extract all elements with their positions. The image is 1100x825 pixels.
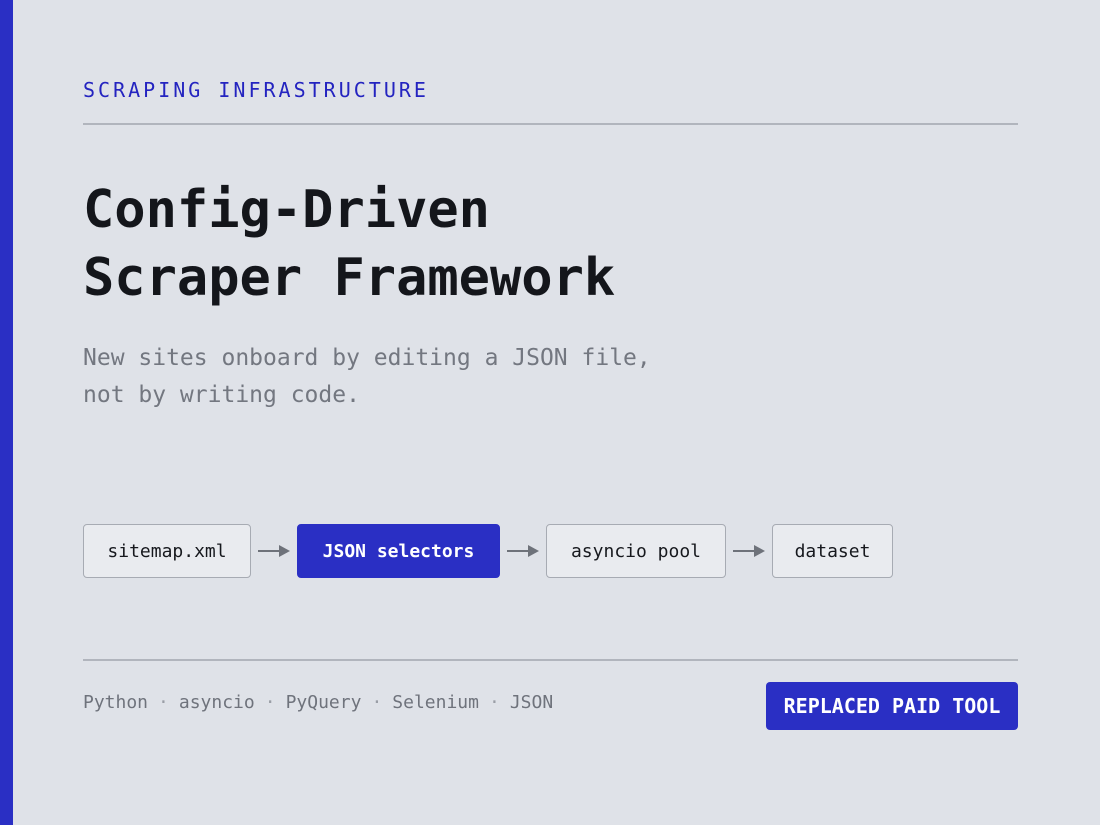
- arrow-right-icon: [500, 522, 546, 580]
- tech-item: Python: [83, 692, 149, 713]
- pipeline-step-json-selectors: JSON selectors: [297, 524, 500, 578]
- pipeline-diagram: sitemap.xml JSON selectors asyncio pool …: [83, 522, 893, 580]
- outcome-badge: REPLACED PAID TOOL: [766, 682, 1018, 730]
- pipeline-step-asyncio-pool: asyncio pool: [546, 524, 726, 578]
- subtitle-line-1: New sites onboard by editing a JSON file…: [83, 345, 651, 371]
- tech-item: asyncio: [178, 692, 255, 713]
- subtitle-line-2: not by writing code.: [83, 382, 360, 408]
- slide: SCRAPING INFRASTRUCTURE Config-Driven Sc…: [0, 0, 1100, 825]
- subtitle: New sites onboard by editing a JSON file…: [83, 340, 651, 414]
- separator: ·: [264, 692, 276, 713]
- top-divider: [83, 123, 1018, 125]
- arrow-right-icon: [251, 522, 297, 580]
- tech-item: JSON: [509, 692, 554, 713]
- tech-item: Selenium: [392, 692, 479, 713]
- tech-stack: Python · asyncio · PyQuery · Selenium · JSON: [83, 692, 553, 713]
- separator: ·: [371, 692, 383, 713]
- section-kicker: SCRAPING INFRASTRUCTURE: [83, 78, 429, 102]
- pipeline-step-dataset: dataset: [772, 524, 893, 578]
- title-line-1: Config-Driven: [83, 180, 490, 240]
- tech-item: PyQuery: [285, 692, 362, 713]
- separator: ·: [488, 692, 500, 713]
- accent-bar: [0, 0, 13, 825]
- page-title: Config-Driven Scraper Framework: [83, 176, 615, 312]
- pipeline-step-sitemap: sitemap.xml: [83, 524, 251, 578]
- separator: ·: [158, 692, 169, 713]
- arrow-right-icon: [726, 522, 772, 580]
- title-line-2: Scraper Framework: [83, 248, 616, 308]
- bottom-divider: [83, 659, 1018, 661]
